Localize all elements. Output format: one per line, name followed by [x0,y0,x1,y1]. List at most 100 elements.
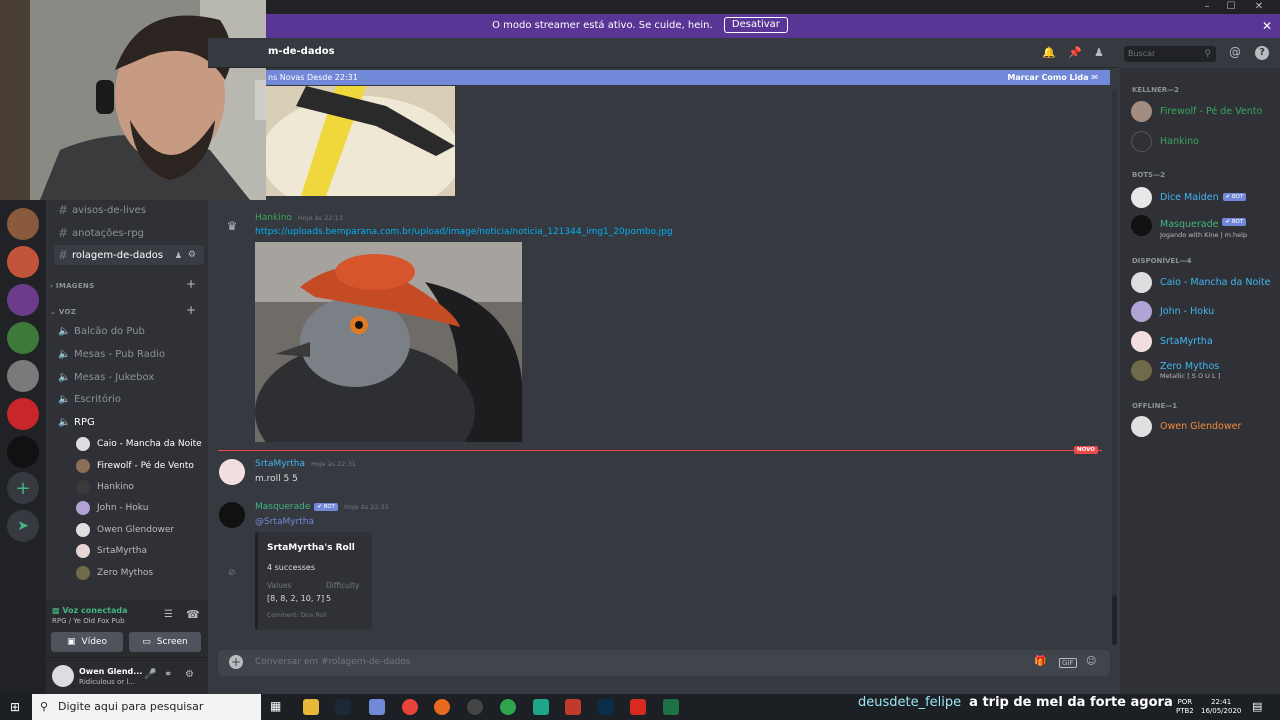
member-item[interactable]: Firewolf - Pé de Vento [1131,99,1262,123]
server-icon[interactable] [7,360,39,392]
voice-connected-status[interactable]: ▩ Voz conectada [52,606,128,615]
member-item[interactable]: Zero Mythos Metallic [ S O U L ] [1131,358,1220,382]
member-item[interactable]: Hankino [1131,129,1199,153]
voice-channel-pub-radio[interactable]: 🔈 Mesas - Pub Radio [54,345,165,363]
firefox-icon[interactable] [434,699,450,715]
mentions-icon[interactable]: @ [1229,45,1241,59]
disconnect-icon[interactable]: ☎ [186,608,200,621]
voice-channel-jukebox[interactable]: 🔈 Mesas - Jukebox [54,368,154,386]
message-image-pigeon[interactable] [255,242,522,442]
server-icon[interactable] [7,398,39,430]
channel-avisos-de-lives[interactable]: # avisos-de-lives [54,200,204,220]
add-server-icon[interactable]: + [7,472,39,504]
voice-user[interactable]: Zero Mythos ⊘ [76,564,236,582]
message-author[interactable]: SrtaMyrtha Hoje às 22:31 [255,459,356,469]
soundboard-icon[interactable]: ☰ [164,609,173,620]
upload-plus-icon[interactable]: + [229,655,243,669]
emoji-icon[interactable]: ☺ [1086,656,1096,667]
message-link[interactable]: https://uploads.bemparana.com.br/upload/… [255,227,673,237]
app-icon[interactable] [598,699,614,715]
app-icon[interactable] [533,699,549,715]
mark-as-read-button[interactable]: Marcar Como Lida ✉ [1007,70,1098,85]
member-item[interactable]: Owen Glendower [1131,414,1241,438]
voice-channel-escritorio[interactable]: 🔈 Escritório [54,390,121,408]
server-icon[interactable] [7,246,39,278]
file-explorer-icon[interactable] [303,699,319,715]
message-composer[interactable]: + Conversar em #rolagem-de-dados 🎁 GIF ☺ [218,650,1110,676]
voice-user[interactable]: SrtaMyrtha [76,542,147,560]
voice-user[interactable]: Firewolf - Pé de Vento [76,457,194,475]
settings-gear-icon[interactable]: ⚙ [188,250,196,260]
voice-user[interactable]: Hankino [76,478,134,496]
voice-user[interactable]: Caio - Mancha da Noite [76,435,202,453]
member-list-icon[interactable]: ♟ [1094,46,1104,59]
add-channel-icon[interactable]: + [186,303,196,317]
avatar[interactable] [52,665,74,687]
category-voice[interactable]: ⌄ VOZ [50,308,76,316]
user-mention[interactable]: @SrtaMyrtha [255,517,314,527]
server-icon[interactable] [7,322,39,354]
gift-icon[interactable]: 🎁 [1034,656,1046,667]
excel-icon[interactable] [663,699,679,715]
notifications-icon[interactable]: ▤ [1252,700,1262,713]
server-icon[interactable] [7,436,39,468]
message-author[interactable]: Hankino Hoje às 22:13 [255,213,343,223]
voice-location[interactable]: RPG / Ye Old Fox Pub [52,617,125,625]
scrollbar-thumb[interactable] [1112,595,1117,645]
task-view-icon[interactable]: ▦ [270,699,281,713]
member-item[interactable]: Dice Maiden ✔ BOT [1131,185,1247,209]
avatar[interactable]: ♛ [219,213,245,239]
avatar[interactable] [219,459,245,485]
help-icon[interactable]: ? [1255,46,1269,60]
message-author[interactable]: Masquerade ✔ BOT Hoje às 22:31 [255,502,389,512]
avatar [76,566,90,580]
screen-share-button[interactable]: ▭ Screen [129,632,201,652]
member-item[interactable]: John - Hoku [1131,299,1214,323]
explore-servers-icon[interactable]: ➤ [7,510,39,542]
discord-icon[interactable] [369,699,385,715]
member-item[interactable]: Caio - Mancha da Noite [1131,270,1271,294]
headphones-icon[interactable]: ⚭ [164,669,172,680]
chrome-icon[interactable] [402,699,418,715]
clock[interactable]: 22:41 16/05/2020 [1201,698,1241,716]
voice-user[interactable]: John - Hoku [76,499,148,517]
server-icon[interactable] [7,208,39,240]
close-window-button[interactable]: ✕ [1244,0,1274,14]
voice-user[interactable]: Owen Glendower [76,521,174,539]
category-images[interactable]: › IMAGENS [50,282,94,290]
language-indicator[interactable]: POR PTB2 [1176,698,1194,716]
popcorn-icon[interactable] [565,699,581,715]
member-item[interactable]: SrtaMyrtha [1131,329,1213,353]
new-messages-bar[interactable]: ns Novas Desde 22:31 Marcar Como Lida ✉ [266,70,1110,85]
video-button[interactable]: ▣ Vídeo [51,632,123,652]
member-item[interactable]: Masquerade ✔ BOT Jogando with Kine | m.hel… [1131,213,1247,239]
taskbar-search-input[interactable]: ⚲ Digite aqui para pesquisar [32,694,261,720]
composer-placeholder[interactable]: Conversar em #rolagem-de-dados [255,657,410,667]
microphone-icon[interactable]: 🎤 [144,669,156,680]
banner-close-icon[interactable]: ✕ [1262,14,1272,38]
obs-icon[interactable] [467,699,483,715]
invite-icon[interactable]: ♟ [175,251,182,260]
minimize-button[interactable]: – [1196,0,1218,14]
scrollbar-track[interactable] [1112,90,1117,645]
user-settings-gear-icon[interactable]: ⚙ [185,669,194,680]
notification-bell-icon[interactable]: 🔔 [1042,46,1056,59]
user-name[interactable]: Owen Glend... [79,667,142,676]
gif-button[interactable]: GIF [1059,658,1077,668]
app-icon[interactable] [500,699,516,715]
avatar[interactable] [219,502,245,528]
pin-icon[interactable]: 📌 [1068,46,1082,59]
add-channel-icon[interactable]: + [186,277,196,291]
channel-rolagem-de-dados[interactable]: # rolagem-de-dados ♟ ⚙ [54,245,204,265]
voice-channel-rpg[interactable]: 🔈 RPG [54,413,95,431]
search-input[interactable]: Buscar ⚲ [1124,46,1216,62]
windows-start-icon[interactable]: ⊞ [10,700,20,714]
server-icon[interactable] [7,284,39,316]
voice-channel-balcao[interactable]: 🔈 Balcão do Pub [54,322,145,340]
maximize-button[interactable]: ☐ [1218,0,1244,14]
acrobat-icon[interactable] [630,699,646,715]
disable-streamer-button[interactable]: Desativar [723,17,788,33]
steam-icon[interactable] [335,699,351,715]
channel-anotacoes-rpg[interactable]: # anotações-rpg [54,223,204,243]
message-image-food[interactable] [266,86,455,196]
